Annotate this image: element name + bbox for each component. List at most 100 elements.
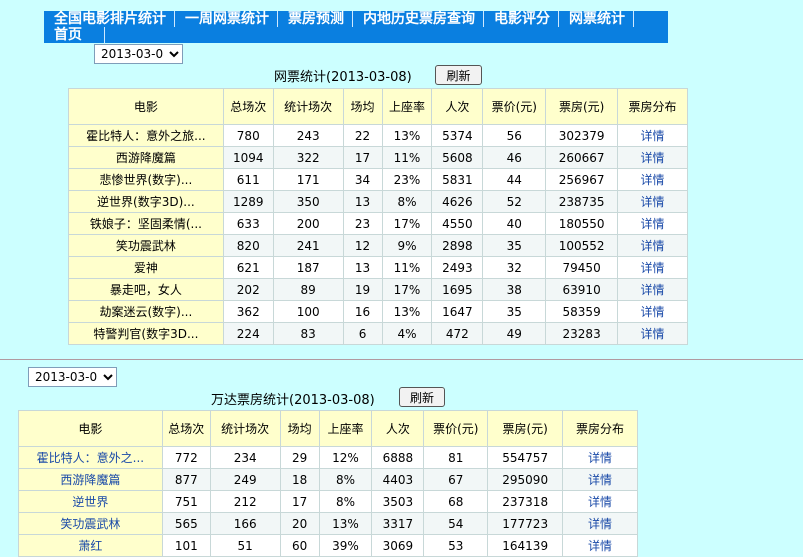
table-row: 暴走吧，女人 202 89 19 17% 1695 38 63910 详情 [68, 278, 688, 301]
movie-name-cell: 西游降魔篇 [68, 146, 224, 169]
detail-link[interactable]: 详情 [641, 151, 665, 165]
detail-link[interactable]: 详情 [641, 305, 665, 319]
movie-name-cell: 笑功震武林 [68, 234, 224, 257]
movie-name-cell: 暴走吧，女人 [68, 278, 224, 301]
table-cell: 350 [272, 190, 344, 213]
detail-cell: 详情 [562, 490, 638, 513]
detail-cell: 详情 [562, 446, 638, 469]
detail-cell: 详情 [617, 278, 688, 301]
nav-item-home[interactable]: 首页 [44, 27, 105, 43]
movie-name-cell[interactable]: 西游降魔篇 [18, 468, 163, 491]
table-cell: 100552 [545, 234, 619, 257]
column-header: 票房(元) [545, 88, 619, 125]
detail-link[interactable]: 详情 [588, 451, 612, 465]
detail-link[interactable]: 详情 [641, 129, 665, 143]
column-header: 票价(元) [423, 410, 489, 447]
detail-cell: 详情 [617, 234, 688, 257]
nav-item-box-office-forecast[interactable]: 票房预测 [278, 11, 353, 27]
table-cell: 1094 [222, 146, 274, 169]
detail-link[interactable]: 详情 [588, 495, 612, 509]
table-cell: 1289 [222, 190, 274, 213]
detail-link[interactable]: 详情 [588, 539, 612, 553]
table-cell: 166 [209, 512, 281, 535]
refresh-button[interactable]: 刷新 [399, 387, 445, 407]
detail-link[interactable]: 详情 [588, 473, 612, 487]
table-cell: 35 [482, 234, 547, 257]
table-cell: 13% [318, 512, 373, 535]
column-header: 电影 [68, 88, 224, 125]
table-cell: 621 [222, 256, 274, 279]
table-cell: 38 [482, 278, 547, 301]
nav-item-web-ticket[interactable]: 网票统计 [559, 11, 634, 27]
movie-name-cell[interactable]: 逆世界 [18, 490, 163, 513]
table-cell: 554757 [487, 446, 564, 469]
nav-item-movie-rating[interactable]: 电影评分 [484, 11, 559, 27]
movie-name-cell: 逆世界(数字3D)... [68, 190, 224, 213]
table-cell: 12% [318, 446, 373, 469]
table-cell: 565 [161, 512, 211, 535]
table-cell: 4% [381, 322, 433, 345]
table-cell: 44 [482, 168, 547, 191]
table-cell: 237318 [487, 490, 564, 513]
table-cell: 60 [279, 534, 320, 557]
column-header: 票房(元) [487, 410, 564, 447]
nav-item-weekly-ticket[interactable]: 一周网票统计 [175, 11, 278, 27]
table-cell: 751 [161, 490, 211, 513]
table-row: 特警判官(数字3D... 224 83 6 4% 472 49 23283 详情 [68, 322, 688, 345]
table-cell: 820 [222, 234, 274, 257]
table-cell: 22 [342, 124, 383, 147]
table-cell: 8% [318, 490, 373, 513]
table-row: 爱神 621 187 13 11% 2493 32 79450 详情 [68, 256, 688, 279]
table-cell: 241 [272, 234, 344, 257]
detail-link[interactable]: 详情 [641, 261, 665, 275]
column-header: 统计场次 [209, 410, 281, 447]
table-cell: 200 [272, 212, 344, 235]
date-select[interactable]: 2013-03-08 [94, 44, 183, 64]
table-cell: 9% [381, 234, 433, 257]
table-cell: 295090 [487, 468, 564, 491]
movie-name-cell[interactable]: 萧红 [18, 534, 163, 557]
table-cell: 234 [209, 446, 281, 469]
table-cell: 46 [482, 146, 547, 169]
table-cell: 877 [161, 468, 211, 491]
table-cell: 54 [423, 512, 489, 535]
table-cell: 52 [482, 190, 547, 213]
table-cell: 171 [272, 168, 344, 191]
table-row: 霍比特人：意外之旅... 780 243 22 13% 5374 56 302379 详情 [68, 124, 688, 147]
table-cell: 49 [482, 322, 547, 345]
table-cell: 322 [272, 146, 344, 169]
nav-item-history-query[interactable]: 内地历史票房查询 [353, 11, 484, 27]
table-cell: 17% [381, 278, 433, 301]
table-row: 笑功震武林 820 241 12 9% 2898 35 100552 详情 [68, 234, 688, 257]
table-cell: 2493 [431, 256, 484, 279]
date-select[interactable]: 2013-03-08 [28, 367, 117, 387]
table-row: 悲惨世界(数字)... 611 171 34 23% 5831 44 256967 详情 [68, 168, 688, 191]
table-cell: 81 [423, 446, 489, 469]
detail-link[interactable]: 详情 [641, 195, 665, 209]
table-cell: 89 [272, 278, 344, 301]
table-cell: 2898 [431, 234, 484, 257]
table-cell: 256967 [545, 168, 619, 191]
detail-cell: 详情 [617, 322, 688, 345]
detail-link[interactable]: 详情 [641, 283, 665, 297]
table-cell: 177723 [487, 512, 564, 535]
table-header-row: 电影 总场次 统计场次 场均 上座率 人次 票价(元) 票房(元) 票房分布 [68, 88, 688, 125]
box-office-table: 电影 总场次 统计场次 场均 上座率 人次 票价(元) 票房(元) 票房分布 霍比特人：意外之旅… [68, 88, 688, 345]
table-cell: 16 [342, 300, 383, 323]
refresh-button[interactable]: 刷新 [435, 65, 482, 85]
table-row: 霍比特人：意外之... 772 234 29 12% 6888 81 554757 详情 [18, 446, 638, 469]
table-cell: 63910 [545, 278, 619, 301]
column-header: 总场次 [161, 410, 211, 447]
movie-name-cell[interactable]: 霍比特人：意外之... [18, 446, 163, 469]
nav-item-national-schedule[interactable]: 全国电影排片统计 [44, 11, 175, 27]
detail-link[interactable]: 详情 [588, 517, 612, 531]
detail-link[interactable]: 详情 [641, 173, 665, 187]
table-cell: 302379 [545, 124, 619, 147]
table-cell: 67 [423, 468, 489, 491]
table-cell: 23283 [545, 322, 619, 345]
detail-link[interactable]: 详情 [641, 327, 665, 341]
detail-link[interactable]: 详情 [641, 239, 665, 253]
movie-name-cell[interactable]: 笑功震武林 [18, 512, 163, 535]
detail-link[interactable]: 详情 [641, 217, 665, 231]
table-cell: 100 [272, 300, 344, 323]
